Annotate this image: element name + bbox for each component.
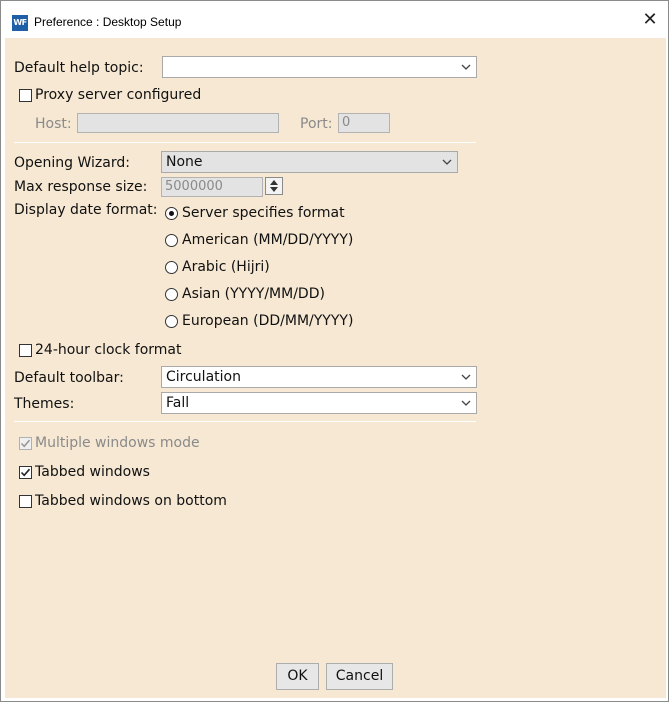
chevron-down-icon bbox=[461, 64, 471, 70]
radio-european-label: European (DD/MM/YYYY) bbox=[182, 313, 354, 329]
max-response-field[interactable]: 5000000 bbox=[161, 177, 263, 197]
opening-wizard-label: Opening Wizard: bbox=[14, 155, 130, 171]
clock24-label: 24-hour clock format bbox=[35, 342, 182, 358]
radio-asian-label: Asian (YYYY/MM/DD) bbox=[182, 286, 325, 302]
host-field[interactable] bbox=[77, 113, 279, 133]
chevron-down-icon bbox=[461, 400, 471, 406]
default-toolbar-select[interactable]: Circulation bbox=[161, 366, 477, 388]
cancel-button[interactable]: Cancel bbox=[326, 663, 393, 690]
multiple-windows-checkbox[interactable] bbox=[19, 437, 32, 450]
separator bbox=[14, 142, 476, 143]
help-topic-select[interactable] bbox=[162, 56, 477, 78]
proxy-label: Proxy server configured bbox=[35, 87, 202, 103]
spinner-arrows-icon bbox=[270, 180, 278, 192]
separator bbox=[14, 421, 476, 422]
port-field[interactable]: 0 bbox=[338, 113, 390, 133]
radio-arabic[interactable] bbox=[165, 261, 178, 274]
help-topic-label: Default help topic: bbox=[14, 60, 144, 76]
radio-server-format-label: Server specifies format bbox=[182, 205, 345, 221]
chevron-down-icon bbox=[442, 159, 452, 165]
multiple-windows-label: Multiple windows mode bbox=[35, 435, 200, 451]
radio-european[interactable] bbox=[165, 315, 178, 328]
tabbed-windows-checkbox[interactable] bbox=[19, 466, 32, 479]
default-toolbar-value: Circulation bbox=[166, 369, 241, 385]
window-title: Preference : Desktop Setup bbox=[34, 15, 182, 29]
radio-arabic-label: Arabic (Hijri) bbox=[182, 259, 270, 275]
app-icon: WF bbox=[12, 15, 28, 31]
date-format-label: Display date format: bbox=[14, 202, 158, 218]
proxy-checkbox[interactable] bbox=[19, 89, 32, 102]
radio-american[interactable] bbox=[165, 234, 178, 247]
port-value: 0 bbox=[342, 115, 351, 130]
checkmark-icon bbox=[20, 439, 31, 448]
title-bar[interactable]: WF Preference : Desktop Setup ✕ bbox=[1, 1, 668, 38]
themes-value: Fall bbox=[166, 395, 190, 411]
default-toolbar-label: Default toolbar: bbox=[14, 370, 124, 386]
radio-server-format[interactable] bbox=[165, 207, 178, 220]
max-response-label: Max response size: bbox=[14, 179, 148, 195]
themes-label: Themes: bbox=[14, 396, 75, 412]
tabbed-windows-label: Tabbed windows bbox=[35, 464, 150, 480]
radio-american-label: American (MM/DD/YYYY) bbox=[182, 232, 354, 248]
radio-asian[interactable] bbox=[165, 288, 178, 301]
opening-wizard-value: None bbox=[166, 154, 203, 170]
clock24-checkbox[interactable] bbox=[19, 344, 32, 357]
tabbed-bottom-label: Tabbed windows on bottom bbox=[35, 493, 227, 509]
max-response-spinner[interactable] bbox=[265, 177, 283, 195]
ok-button[interactable]: OK bbox=[276, 663, 319, 690]
max-response-value: 5000000 bbox=[165, 179, 223, 194]
dialog-content: Default help topic: Proxy server configu… bbox=[5, 38, 666, 698]
port-label: Port: bbox=[300, 116, 333, 132]
radio-selected-dot bbox=[169, 211, 174, 216]
opening-wizard-select[interactable]: None bbox=[161, 151, 458, 173]
themes-select[interactable]: Fall bbox=[161, 392, 477, 414]
chevron-down-icon bbox=[461, 374, 471, 380]
checkmark-icon bbox=[20, 468, 31, 477]
preference-dialog: WF Preference : Desktop Setup ✕ Default … bbox=[0, 0, 669, 702]
tabbed-bottom-checkbox[interactable] bbox=[19, 495, 32, 508]
host-label: Host: bbox=[35, 116, 72, 132]
close-button[interactable]: ✕ bbox=[641, 11, 659, 29]
